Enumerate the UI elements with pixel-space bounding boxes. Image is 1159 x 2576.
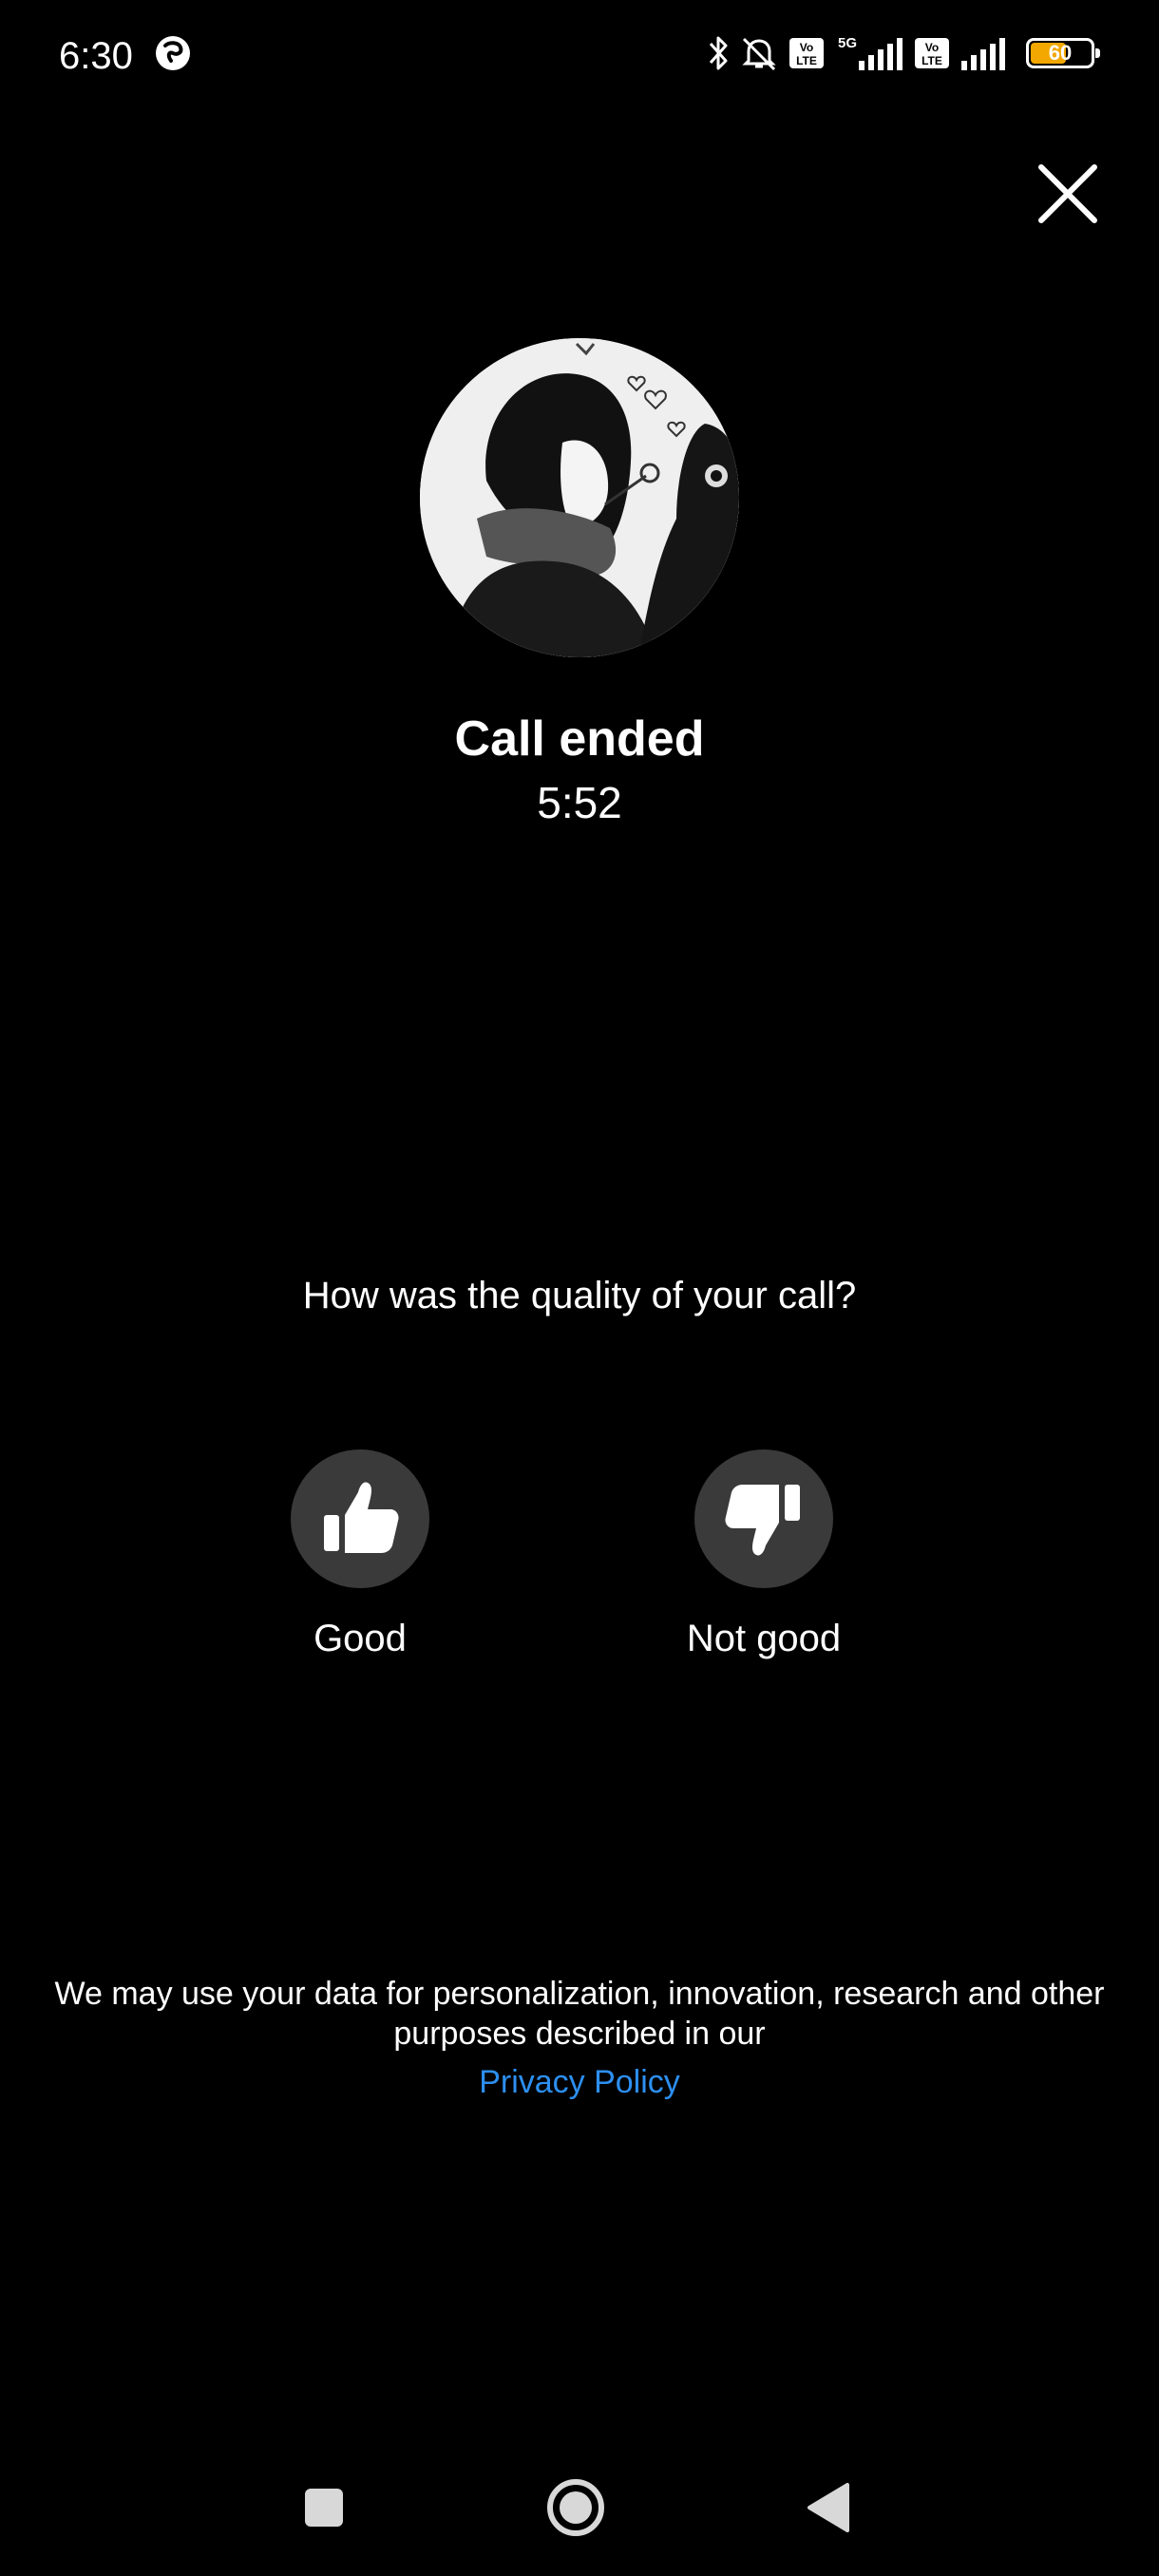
good-rating-label: Good (314, 1618, 407, 1659)
battery-level: 60 (1048, 41, 1073, 65)
5g-signal-icon: 5G (834, 34, 904, 72)
call-status-title: Call ended (454, 711, 705, 767)
app-notification-icon (154, 34, 192, 72)
thumbs-down-icon (725, 1485, 800, 1556)
quality-question: How was the quality of your call? (302, 1275, 857, 1316)
bluetooth-icon (707, 34, 730, 72)
status-time: 6:30 (59, 35, 133, 77)
avatar (420, 338, 739, 657)
recents-square-icon (305, 2489, 343, 2527)
privacy-policy-link[interactable]: Privacy Policy (0, 2061, 1159, 2103)
svg-text:5G: 5G (838, 35, 857, 51)
close-button[interactable] (1026, 152, 1110, 236)
back-button[interactable] (771, 2451, 885, 2565)
good-rating-circle[interactable] (291, 1449, 429, 1588)
signal-icon (960, 34, 1011, 72)
svg-text:LTE: LTE (922, 54, 942, 67)
close-icon (1038, 164, 1097, 223)
status-bar: 6:30 Vo LTE 5G Vo LTE 60 (0, 0, 1159, 104)
svg-text:Vo: Vo (925, 41, 939, 54)
svg-text:LTE: LTE (796, 54, 817, 67)
battery-icon: 60 (1026, 38, 1100, 68)
good-rating-button[interactable]: Good (237, 1449, 484, 1662)
recents-button[interactable] (267, 2451, 381, 2565)
volte-icon: Vo LTE (788, 37, 825, 69)
volte-icon-2: Vo LTE (914, 37, 950, 69)
svg-text:Vo: Vo (800, 41, 813, 54)
call-duration: 5:52 (537, 778, 622, 827)
not-good-rating-circle[interactable] (694, 1449, 833, 1588)
not-good-rating-button[interactable]: Not good (640, 1449, 887, 1662)
status-icons: Vo LTE 5G Vo LTE 60 (707, 32, 1100, 74)
bell-muted-icon (739, 34, 779, 72)
not-good-rating-label: Not good (686, 1618, 842, 1659)
home-button[interactable] (519, 2451, 633, 2565)
home-circle-icon (547, 2479, 604, 2536)
back-triangle-icon (808, 2483, 849, 2532)
thumbs-up-icon (324, 1482, 399, 1553)
navigation-bar (0, 2451, 1159, 2565)
data-use-disclaimer: We may use your data for personalization… (54, 1976, 1105, 2052)
